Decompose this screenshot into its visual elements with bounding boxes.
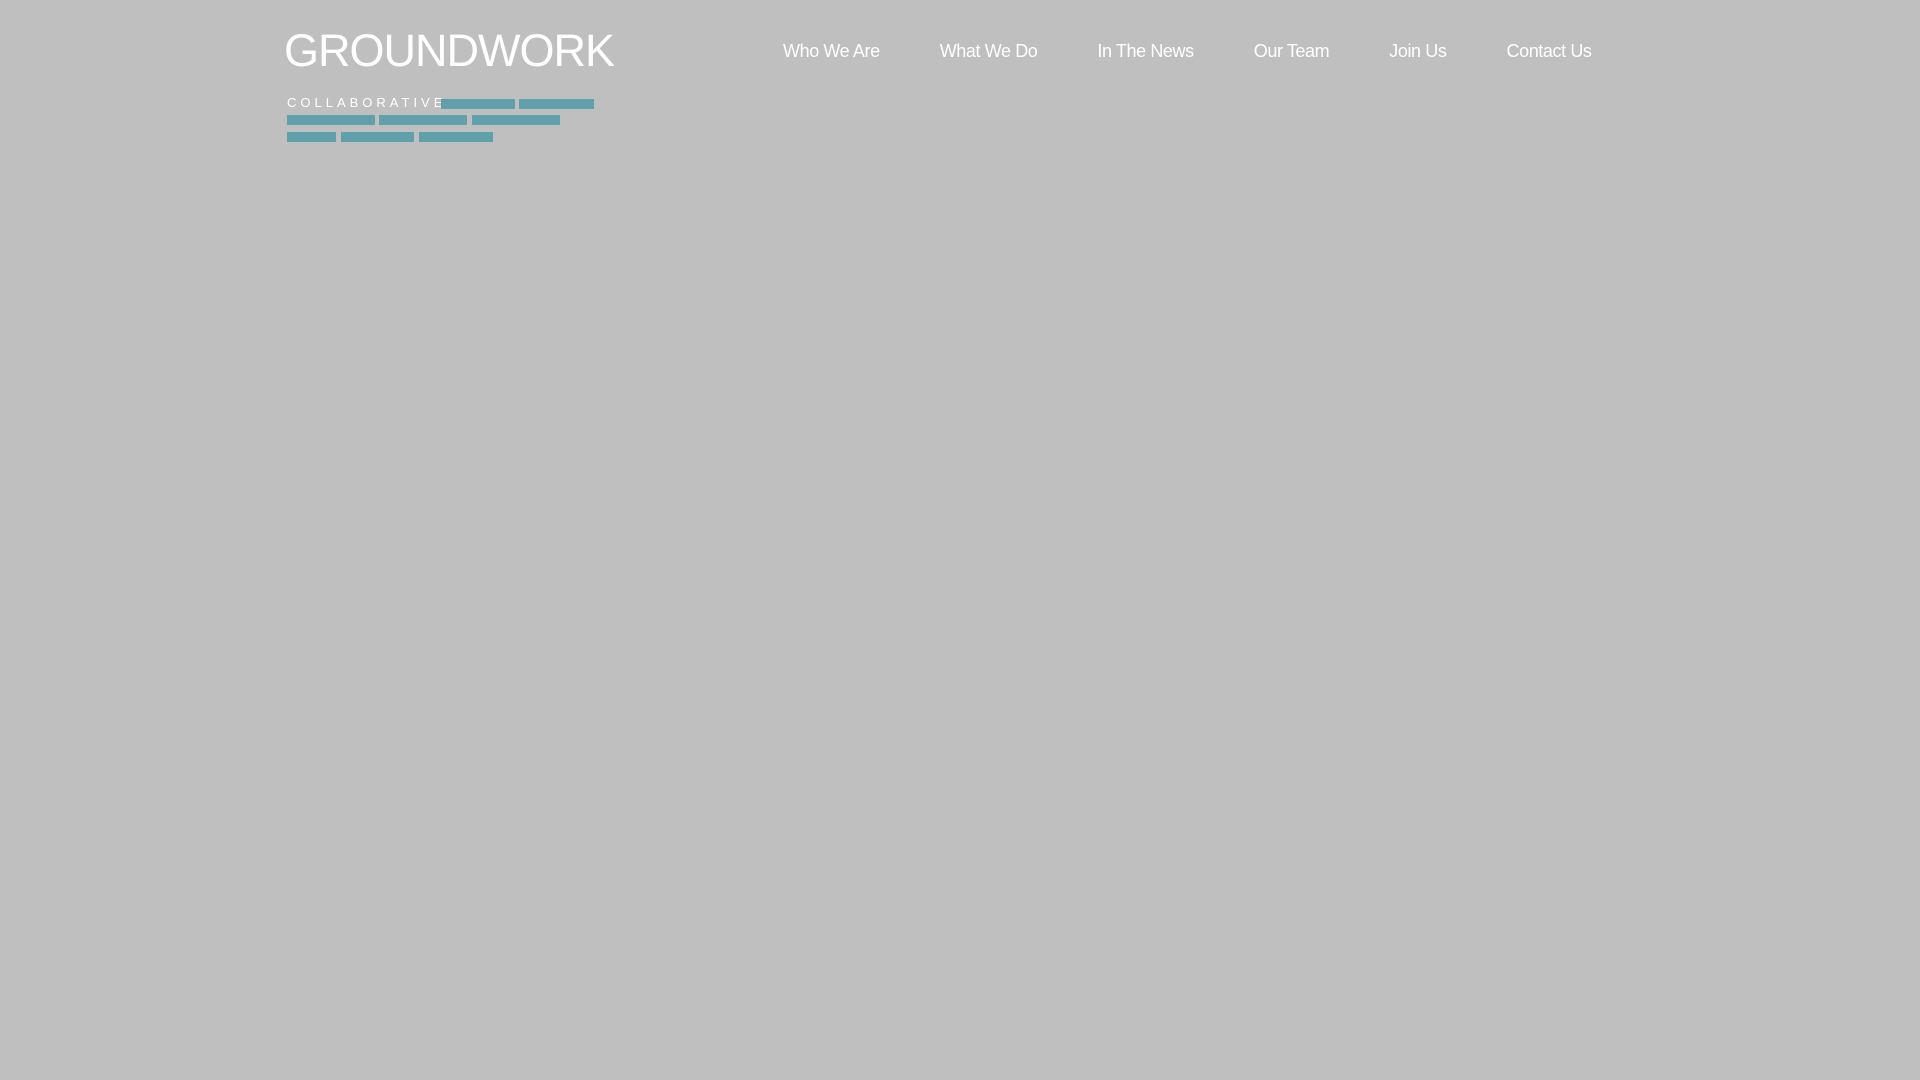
logo-brick: [472, 115, 560, 125]
logo-brick: [341, 132, 414, 142]
nav-link-in-the-news[interactable]: In The News: [1097, 38, 1194, 64]
site-header: GROUNDWORK COLLABORATIVE Who We Are What…: [0, 0, 1920, 142]
logo-brick: [441, 99, 515, 109]
logo-home-link[interactable]: GROUNDWORK COLLABORATIVE: [284, 28, 615, 142]
nav-link-who-we-are[interactable]: Who We Are: [783, 38, 880, 64]
nav-link-our-team[interactable]: Our Team: [1254, 38, 1330, 64]
logo-subtitle: COLLABORATIVE: [287, 95, 447, 110]
nav-link-join-us[interactable]: Join Us: [1389, 38, 1447, 64]
nav-link-what-we-do[interactable]: What We Do: [940, 38, 1038, 64]
main-nav: Who We Are What We Do In The News Our Te…: [783, 36, 1592, 66]
page: GROUNDWORK COLLABORATIVE Who We Are What…: [0, 0, 1920, 1080]
logo-wordmark: GROUNDWORK: [284, 25, 615, 76]
logo-brick: [519, 99, 594, 109]
logo-brick: [287, 132, 336, 142]
logo-brick: [419, 132, 493, 142]
logo-brick: [287, 115, 375, 125]
logo-brick: [379, 115, 467, 125]
nav-link-contact-us[interactable]: Contact Us: [1506, 38, 1591, 64]
